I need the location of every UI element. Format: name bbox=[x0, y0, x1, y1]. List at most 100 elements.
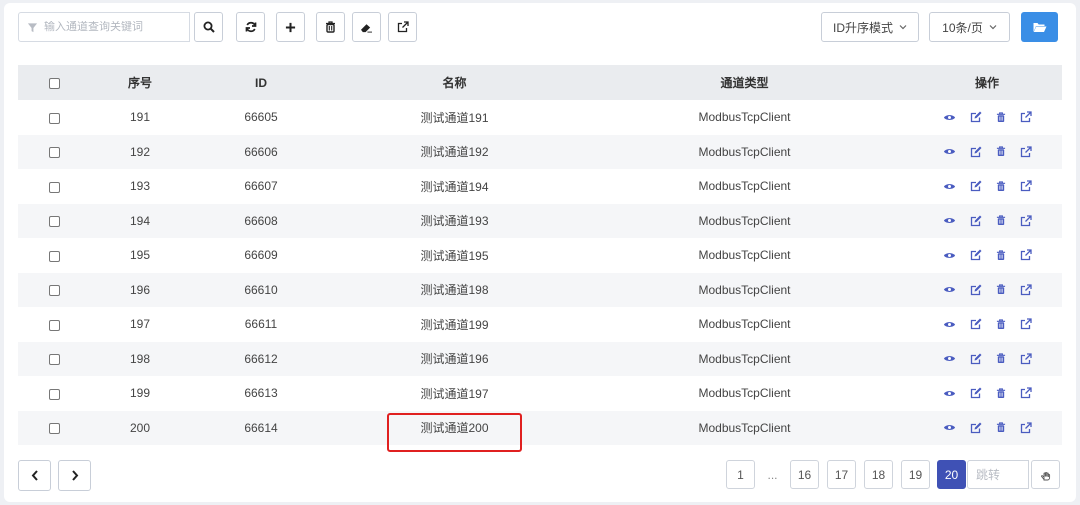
page-button-18[interactable]: 18 bbox=[864, 460, 893, 489]
row-seq: 193 bbox=[129, 179, 151, 194]
page-size-label: 10条/页 bbox=[942, 20, 983, 35]
row-actions bbox=[912, 411, 1062, 446]
page-button-16[interactable]: 16 bbox=[790, 460, 819, 489]
prev-page-button[interactable] bbox=[18, 460, 51, 491]
channel-table: 序号 ID 名称 通道类型 操作 191 66605 测试通道191 Modbu… bbox=[18, 65, 1062, 445]
row-checkbox[interactable] bbox=[48, 181, 60, 193]
row-type: ModbusTcpClient bbox=[698, 282, 791, 297]
row-name: 测试通道194 bbox=[420, 179, 489, 194]
external-link-icon[interactable] bbox=[1020, 387, 1032, 399]
next-page-button[interactable] bbox=[58, 460, 91, 491]
external-link-icon[interactable] bbox=[1020, 146, 1032, 158]
page-button-20[interactable]: 20 bbox=[937, 460, 966, 489]
eye-icon[interactable] bbox=[943, 113, 956, 122]
search-box bbox=[18, 12, 190, 42]
eye-icon[interactable] bbox=[943, 354, 956, 363]
eye-icon[interactable] bbox=[943, 182, 956, 191]
eye-icon[interactable] bbox=[943, 423, 956, 432]
row-checkbox[interactable] bbox=[48, 423, 60, 435]
row-checkbox[interactable] bbox=[48, 250, 60, 262]
page-button-17[interactable]: 17 bbox=[827, 460, 856, 489]
trash-icon[interactable] bbox=[996, 353, 1006, 364]
trash-icon[interactable] bbox=[996, 112, 1006, 123]
trash-icon[interactable] bbox=[996, 215, 1006, 226]
external-link-icon[interactable] bbox=[1020, 284, 1032, 296]
delete-button[interactable] bbox=[316, 12, 345, 42]
row-actions bbox=[912, 204, 1062, 239]
trash-icon[interactable] bbox=[996, 319, 1006, 330]
row-seq: 200 bbox=[129, 420, 151, 435]
jump-page-button[interactable] bbox=[1031, 460, 1060, 489]
search-input[interactable] bbox=[44, 21, 184, 33]
external-link-icon[interactable] bbox=[1020, 215, 1032, 227]
plus-icon bbox=[285, 22, 296, 32]
eye-icon[interactable] bbox=[943, 147, 956, 156]
eye-icon[interactable] bbox=[943, 216, 956, 225]
row-checkbox[interactable] bbox=[48, 319, 60, 331]
row-id: 66606 bbox=[244, 144, 278, 159]
row-id: 66608 bbox=[244, 213, 278, 228]
row-actions bbox=[912, 135, 1062, 170]
row-checkbox[interactable] bbox=[48, 216, 60, 228]
trash-icon[interactable] bbox=[996, 422, 1006, 433]
select-all-checkbox[interactable] bbox=[48, 77, 60, 89]
edit-icon[interactable] bbox=[970, 146, 982, 158]
eye-icon[interactable] bbox=[943, 320, 956, 329]
toolbar: ID升序模式 10条/页 bbox=[18, 12, 1062, 44]
trash-icon[interactable] bbox=[996, 181, 1006, 192]
search-button[interactable] bbox=[194, 12, 223, 42]
external-link-icon[interactable] bbox=[1020, 249, 1032, 261]
trash-icon[interactable] bbox=[996, 284, 1006, 295]
external-link-icon[interactable] bbox=[1020, 180, 1032, 192]
table-header-row: 序号 ID 名称 通道类型 操作 bbox=[18, 65, 1062, 100]
row-type: ModbusTcpClient bbox=[698, 179, 791, 194]
sort-mode-dropdown[interactable]: ID升序模式 bbox=[821, 12, 919, 42]
select-all-cell bbox=[18, 65, 90, 100]
edit-icon[interactable] bbox=[970, 249, 982, 261]
clear-button[interactable] bbox=[352, 12, 381, 42]
trash-icon[interactable] bbox=[996, 250, 1006, 261]
open-folder-button[interactable] bbox=[1021, 12, 1058, 42]
edit-icon[interactable] bbox=[970, 318, 982, 330]
trash-icon[interactable] bbox=[996, 388, 1006, 399]
row-select-cell bbox=[18, 376, 90, 411]
trash-icon[interactable] bbox=[996, 146, 1006, 157]
external-link-icon[interactable] bbox=[1020, 318, 1032, 330]
highlight-annotation bbox=[387, 413, 522, 452]
row-actions bbox=[912, 376, 1062, 411]
eye-icon[interactable] bbox=[943, 389, 956, 398]
edit-icon[interactable] bbox=[970, 353, 982, 365]
edit-icon[interactable] bbox=[970, 422, 982, 434]
row-checkbox[interactable] bbox=[48, 147, 60, 159]
edit-icon[interactable] bbox=[970, 180, 982, 192]
edit-icon[interactable] bbox=[970, 387, 982, 399]
row-checkbox[interactable] bbox=[48, 388, 60, 400]
row-checkbox[interactable] bbox=[48, 112, 60, 124]
page-button-1[interactable]: 1 bbox=[726, 460, 755, 489]
export-button[interactable] bbox=[388, 12, 417, 42]
external-link-icon[interactable] bbox=[1020, 111, 1032, 123]
table-row: 198 66612 测试通道196 ModbusTcpClient bbox=[18, 341, 1062, 376]
page-button-19[interactable]: 19 bbox=[901, 460, 930, 489]
table-row: 200 66614 测试通道200 ModbusTcpClient bbox=[18, 410, 1062, 446]
edit-icon[interactable] bbox=[970, 284, 982, 296]
refresh-icon bbox=[245, 21, 256, 33]
table-row: 199 66613 测试通道197 ModbusTcpClient bbox=[18, 376, 1062, 411]
eye-icon[interactable] bbox=[943, 251, 956, 260]
table-row: 194 66608 测试通道193 ModbusTcpClient bbox=[18, 203, 1062, 239]
edit-icon[interactable] bbox=[970, 215, 982, 227]
refresh-button[interactable] bbox=[236, 12, 265, 42]
page-size-dropdown[interactable]: 10条/页 bbox=[929, 12, 1010, 42]
row-seq: 191 bbox=[129, 110, 151, 125]
external-link-icon[interactable] bbox=[1020, 422, 1032, 434]
edit-icon[interactable] bbox=[970, 111, 982, 123]
add-button[interactable] bbox=[276, 12, 305, 42]
row-checkbox[interactable] bbox=[48, 354, 60, 366]
row-checkbox[interactable] bbox=[48, 285, 60, 297]
filter-icon bbox=[27, 22, 38, 32]
jump-page-input[interactable] bbox=[967, 460, 1029, 489]
eye-icon[interactable] bbox=[943, 285, 956, 294]
row-type: ModbusTcpClient bbox=[698, 110, 791, 125]
external-link-icon[interactable] bbox=[1020, 353, 1032, 365]
row-type: ModbusTcpClient bbox=[698, 213, 791, 228]
